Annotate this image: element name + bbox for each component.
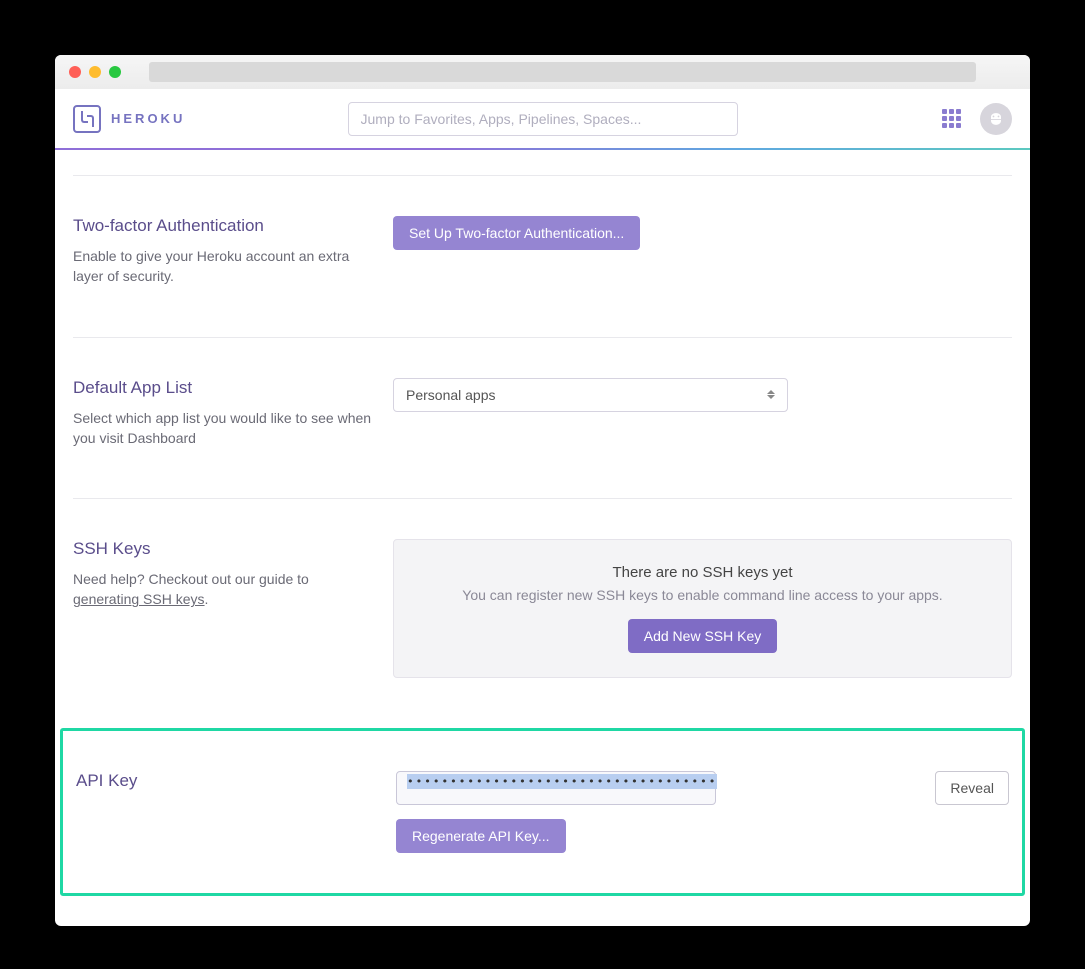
setup-two-factor-button[interactable]: Set Up Two-factor Authentication... xyxy=(393,216,640,250)
titlebar xyxy=(55,55,1030,89)
app-list-desc: Select which app list you would like to … xyxy=(73,408,373,449)
ssh-keys-title: SSH Keys xyxy=(73,539,373,559)
api-key-masked-value: •••••••••••••••••••••••••••••••••••• xyxy=(407,774,717,789)
heroku-logo-icon xyxy=(73,105,101,133)
api-key-title: API Key xyxy=(76,771,376,791)
generating-ssh-keys-link[interactable]: generating SSH keys xyxy=(73,591,205,607)
window-controls xyxy=(69,66,121,78)
page-content: Two-factor Authentication Enable to give… xyxy=(55,149,1030,926)
address-bar[interactable] xyxy=(149,62,976,82)
ninja-avatar-icon xyxy=(986,109,1006,129)
browser-window: HEROKU Two-factor Authentication Enable … xyxy=(55,55,1030,926)
section-ssh-keys: SSH Keys Need help? Checkout out our gui… xyxy=(73,498,1012,728)
section-default-app-list: Default App List Select which app list y… xyxy=(73,337,1012,499)
add-ssh-key-button[interactable]: Add New SSH Key xyxy=(628,619,778,653)
ssh-keys-desc: Need help? Checkout out our guide to gen… xyxy=(73,569,373,610)
regenerate-api-key-button[interactable]: Regenerate API Key... xyxy=(396,819,566,853)
minimize-window-icon[interactable] xyxy=(89,66,101,78)
select-value: Personal apps xyxy=(406,387,496,403)
close-window-icon[interactable] xyxy=(69,66,81,78)
logo[interactable]: HEROKU xyxy=(73,105,185,133)
ssh-empty-title: There are no SSH keys yet xyxy=(418,564,987,581)
avatar[interactable] xyxy=(980,103,1012,135)
maximize-window-icon[interactable] xyxy=(109,66,121,78)
app-list-title: Default App List xyxy=(73,378,373,398)
two-factor-title: Two-factor Authentication xyxy=(73,216,373,236)
select-chevrons-icon xyxy=(767,390,775,399)
ssh-empty-subtitle: You can register new SSH keys to enable … xyxy=(418,587,987,603)
section-two-factor: Two-factor Authentication Enable to give… xyxy=(73,175,1012,337)
two-factor-desc: Enable to give your Heroku account an ex… xyxy=(73,246,373,287)
global-search-input[interactable] xyxy=(348,102,738,136)
apps-grid-icon[interactable] xyxy=(942,109,962,129)
section-api-key: API Key ••••••••••••••••••••••••••••••••… xyxy=(60,728,1025,896)
reveal-api-key-button[interactable]: Reveal xyxy=(935,771,1009,805)
api-key-field[interactable]: •••••••••••••••••••••••••••••••••••• xyxy=(396,771,716,805)
app-header: HEROKU xyxy=(55,89,1030,149)
ssh-empty-state: There are no SSH keys yet You can regist… xyxy=(393,539,1012,678)
default-app-list-select[interactable]: Personal apps xyxy=(393,378,788,412)
brand-text: HEROKU xyxy=(111,111,185,126)
